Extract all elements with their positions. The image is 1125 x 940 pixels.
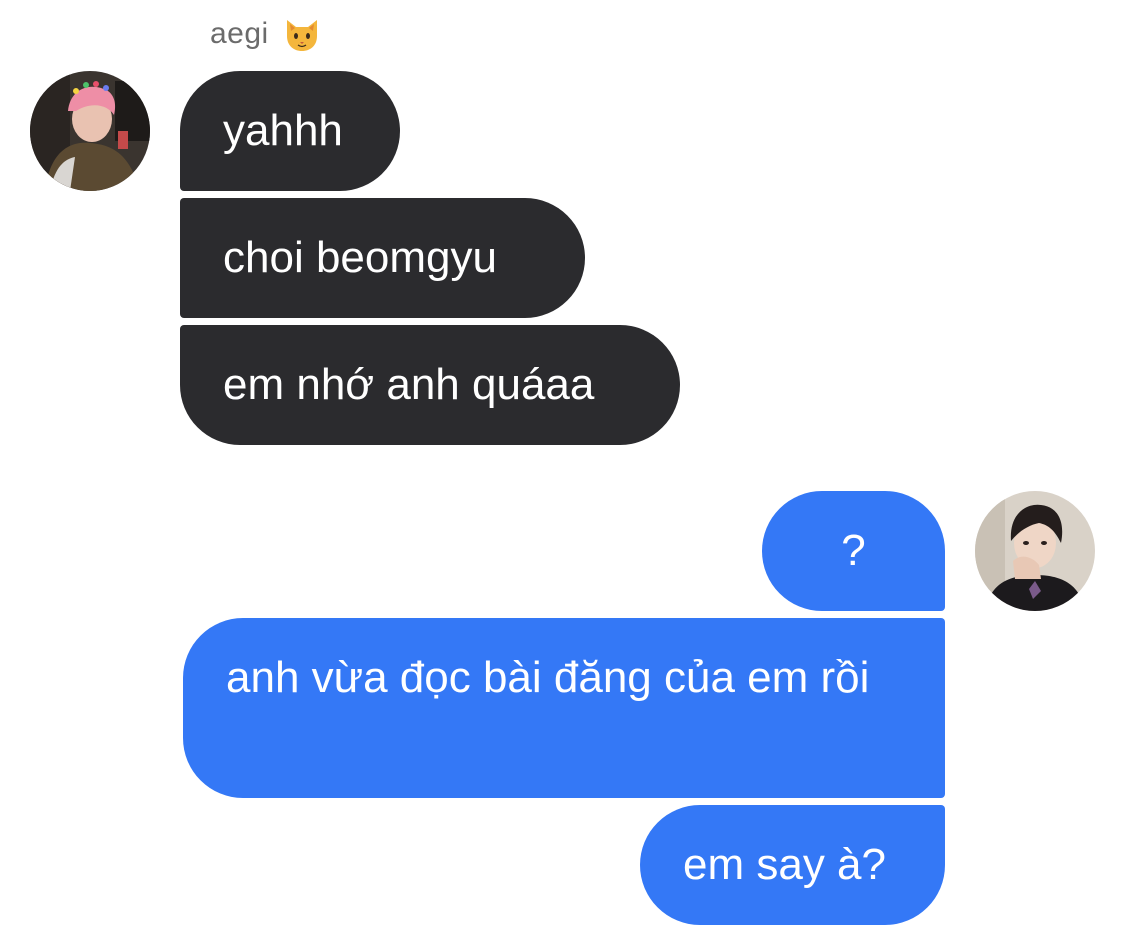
- message-text: anh vừa đọc bài đăng của em rồi: [226, 653, 870, 702]
- outgoing-message-bubble[interactable]: ?: [762, 491, 945, 611]
- outgoing-message-bubble[interactable]: anh vừa đọc bài đăng của em rồi: [183, 618, 945, 798]
- message-text: choi beomgyu: [223, 233, 497, 282]
- message-text: ?: [841, 526, 866, 575]
- incoming-message-bubble[interactable]: yahhh: [180, 71, 400, 191]
- own-avatar[interactable]: [975, 491, 1095, 611]
- message-text: em say à?: [683, 840, 886, 889]
- sender-name-row: aegi: [210, 14, 321, 54]
- cat-face-icon: [283, 16, 321, 52]
- incoming-message-bubble[interactable]: choi beomgyu: [180, 198, 585, 318]
- message-text: yahhh: [223, 106, 343, 155]
- message-text: em nhớ anh quáaa: [223, 360, 595, 409]
- sender-avatar[interactable]: [30, 71, 150, 191]
- sender-name: aegi: [210, 17, 269, 50]
- incoming-message-bubble[interactable]: em nhớ anh quáaa: [180, 325, 680, 445]
- outgoing-message-bubble[interactable]: em say à?: [640, 805, 945, 925]
